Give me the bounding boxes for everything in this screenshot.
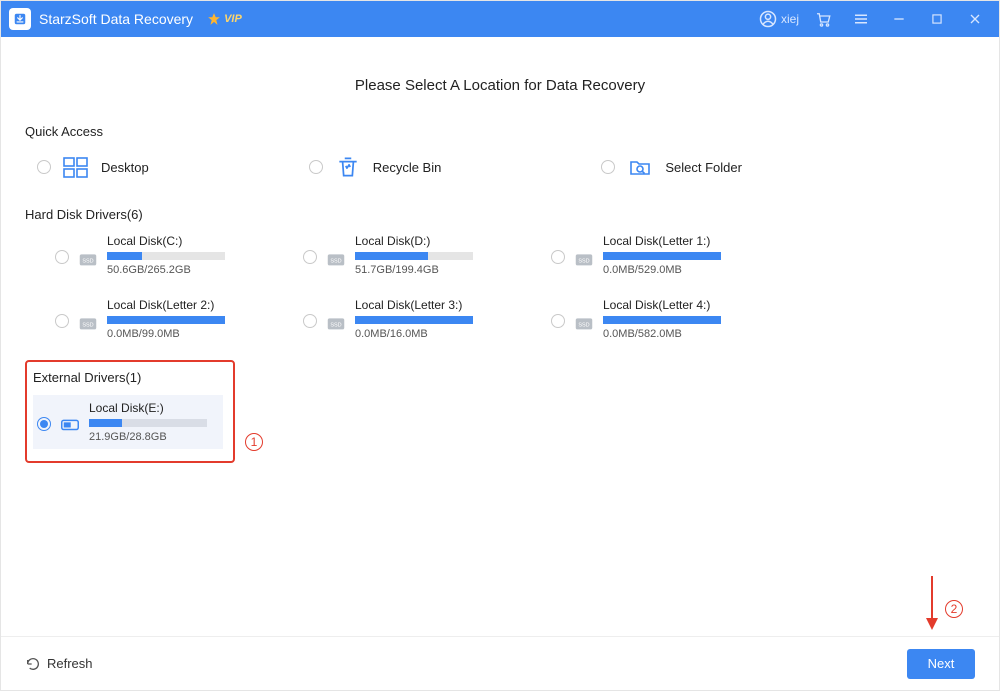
radio-disk[interactable]: [303, 314, 317, 328]
svg-text:SSD: SSD: [330, 323, 341, 329]
refresh-icon: [25, 656, 41, 672]
ssd-icon: SSD: [573, 248, 595, 270]
disk-item[interactable]: SSD Local Disk(Letter 3:) 0.0MB/16.0MB: [303, 298, 503, 340]
radio-desktop[interactable]: [37, 160, 51, 174]
radio-disk[interactable]: [551, 314, 565, 328]
quick-item-folder[interactable]: Select Folder: [601, 153, 742, 181]
quick-label: Desktop: [101, 160, 149, 175]
ssd-icon: SSD: [573, 312, 595, 334]
vip-label: VIP: [224, 13, 242, 25]
vip-badge[interactable]: VIP: [207, 12, 242, 26]
annotation-2: 2: [945, 600, 963, 618]
disk-capacity: 21.9GB/28.8GB: [89, 431, 217, 443]
app-window: StarzSoft Data Recovery VIP xiej Please …: [0, 0, 1000, 691]
disk-name: Local Disk(E:): [89, 401, 217, 415]
main-content: Please Select A Location for Data Recove…: [1, 37, 999, 636]
disk-capacity: 0.0MB/529.0MB: [603, 264, 751, 276]
minimize-icon[interactable]: [885, 5, 913, 33]
disk-name: Local Disk(Letter 1:): [603, 234, 751, 248]
svg-text:SSD: SSD: [82, 323, 93, 329]
radio-disk[interactable]: [303, 250, 317, 264]
hard-disk-label: Hard Disk Drivers(6): [25, 207, 975, 222]
disk-item[interactable]: SSD Local Disk(Letter 1:) 0.0MB/529.0MB: [551, 234, 751, 276]
disk-bar: [603, 316, 721, 324]
radio-folder[interactable]: [601, 160, 615, 174]
svg-text:SSD: SSD: [82, 259, 93, 265]
svg-text:SSD: SSD: [578, 259, 589, 265]
quick-access-row: Desktop Recycle Bin Select Folder: [25, 147, 975, 207]
external-drive-icon: [59, 413, 81, 435]
annotation-1: 1: [245, 433, 263, 451]
folder-search-icon: [625, 153, 655, 181]
disk-item[interactable]: SSD Local Disk(Letter 2:) 0.0MB/99.0MB: [55, 298, 255, 340]
disk-capacity: 0.0MB/16.0MB: [355, 328, 503, 340]
disk-bar: [89, 419, 207, 427]
disk-name: Local Disk(Letter 2:): [107, 298, 255, 312]
ssd-icon: SSD: [77, 312, 99, 334]
radio-recycle[interactable]: [309, 160, 323, 174]
username: xiej: [781, 12, 799, 26]
disk-grid: SSD Local Disk(C:) 50.6GB/265.2GB SSD Lo…: [25, 230, 975, 360]
close-icon[interactable]: [961, 5, 989, 33]
external-label: External Drivers(1): [33, 370, 223, 385]
windows-icon: [61, 153, 91, 181]
disk-name: Local Disk(Letter 4:): [603, 298, 751, 312]
page-heading: Please Select A Location for Data Recove…: [25, 77, 975, 94]
disk-name: Local Disk(D:): [355, 234, 503, 248]
next-button[interactable]: Next: [907, 649, 975, 679]
disk-capacity: 50.6GB/265.2GB: [107, 264, 255, 276]
menu-icon[interactable]: [847, 5, 875, 33]
svg-text:SSD: SSD: [578, 323, 589, 329]
titlebar: StarzSoft Data Recovery VIP xiej: [1, 1, 999, 37]
arrow-annotation-icon: [925, 574, 939, 630]
recycle-bin-icon: [333, 153, 363, 181]
quick-label: Recycle Bin: [373, 160, 442, 175]
disk-capacity: 0.0MB/99.0MB: [107, 328, 255, 340]
maximize-icon[interactable]: [923, 5, 951, 33]
disk-name: Local Disk(C:): [107, 234, 255, 248]
svg-text:SSD: SSD: [330, 259, 341, 265]
external-disk-item[interactable]: Local Disk(E:) 21.9GB/28.8GB: [33, 395, 223, 449]
disk-capacity: 0.0MB/582.0MB: [603, 328, 751, 340]
disk-bar: [355, 252, 473, 260]
cart-icon[interactable]: [809, 5, 837, 33]
disk-bar: [603, 252, 721, 260]
disk-bar: [355, 316, 473, 324]
disk-item[interactable]: SSD Local Disk(Letter 4:) 0.0MB/582.0MB: [551, 298, 751, 340]
app-logo-icon: [9, 8, 31, 30]
radio-external[interactable]: [37, 417, 51, 431]
footer: Refresh Next: [1, 636, 999, 690]
radio-disk[interactable]: [551, 250, 565, 264]
disk-bar: [107, 316, 225, 324]
quick-item-desktop[interactable]: Desktop: [37, 153, 149, 181]
disk-item[interactable]: SSD Local Disk(C:) 50.6GB/265.2GB: [55, 234, 255, 276]
disk-capacity: 51.7GB/199.4GB: [355, 264, 503, 276]
refresh-button[interactable]: Refresh: [25, 656, 93, 672]
radio-disk[interactable]: [55, 314, 69, 328]
disk-item[interactable]: SSD Local Disk(D:) 51.7GB/199.4GB: [303, 234, 503, 276]
app-title: StarzSoft Data Recovery: [39, 11, 193, 27]
quick-label: Select Folder: [665, 160, 742, 175]
user-account[interactable]: xiej: [759, 10, 799, 28]
refresh-label: Refresh: [47, 656, 93, 671]
disk-name: Local Disk(Letter 3:): [355, 298, 503, 312]
ssd-icon: SSD: [325, 312, 347, 334]
quick-access-label: Quick Access: [25, 124, 975, 139]
ssd-icon: SSD: [325, 248, 347, 270]
radio-disk[interactable]: [55, 250, 69, 264]
disk-bar: [107, 252, 225, 260]
quick-item-recycle[interactable]: Recycle Bin: [309, 153, 442, 181]
ssd-icon: SSD: [77, 248, 99, 270]
external-drivers-box: External Drivers(1) Local Disk(E:) 21.9G…: [25, 360, 235, 463]
